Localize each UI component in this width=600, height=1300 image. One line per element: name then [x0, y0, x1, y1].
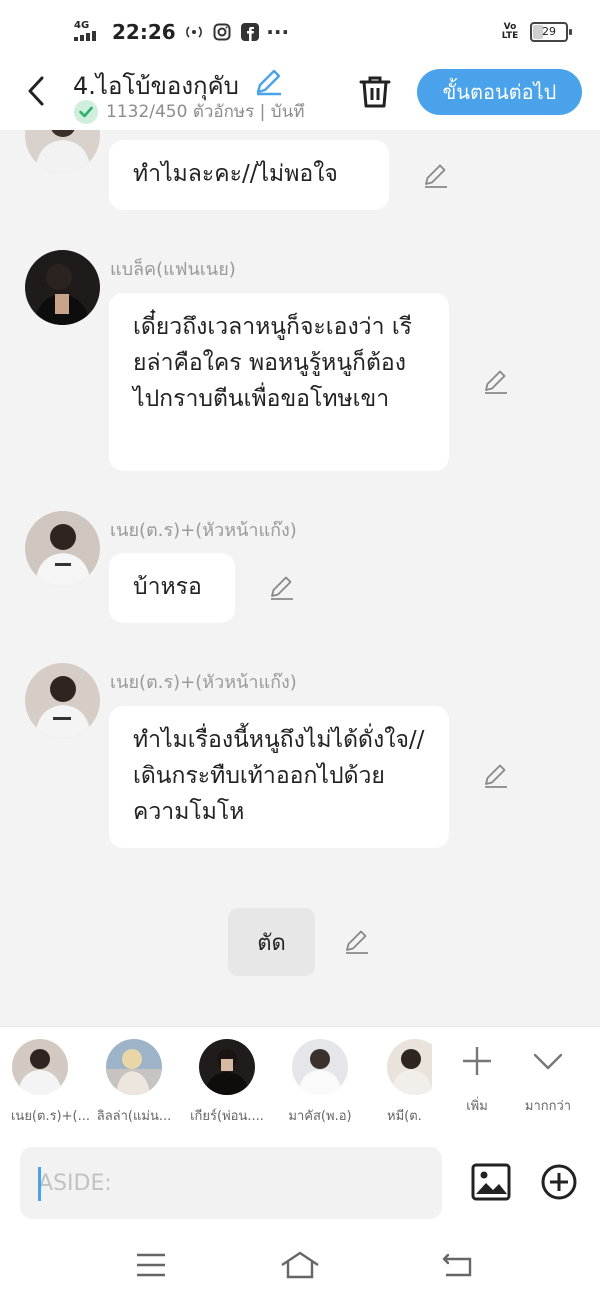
- text-caret: [38, 1167, 41, 1201]
- chevron-down-icon: [533, 1053, 563, 1070]
- pencil-icon: [271, 576, 293, 600]
- character-name: มาคัส(พ.อ): [288, 1109, 352, 1124]
- home-nav-button[interactable]: [280, 1249, 320, 1281]
- edit-cut-button[interactable]: [343, 928, 371, 956]
- character-item[interactable]: เกียร์(พ่อน....: [177, 1039, 277, 1126]
- avatar[interactable]: [25, 250, 100, 325]
- cut-marker[interactable]: ตัด: [228, 908, 315, 976]
- volte-icon: Vo LTE: [501, 22, 519, 41]
- character-avatar: [292, 1039, 348, 1095]
- pencil-icon: [256, 69, 281, 96]
- status-bar: 4G 22:26 ··· Vo LTE 29: [0, 0, 600, 62]
- input-bar: [0, 1135, 600, 1235]
- plus-circle-icon: [541, 1164, 577, 1200]
- character-avatar: [387, 1039, 432, 1095]
- header: 4.ไอโบ้ของกุคับ 1132/450 ตัวอักษร | บันท…: [0, 62, 600, 130]
- facebook-icon: [240, 22, 260, 42]
- hotspot-icon: [184, 22, 204, 42]
- chat-area: ทำไมละคะ//ไม่พอใจ แบล็ค(แฟนเนย) เดี๋ยวถึ…: [0, 130, 600, 1026]
- edit-title-button[interactable]: [254, 68, 284, 96]
- aside-input[interactable]: [20, 1147, 442, 1219]
- character-name: หมี(ต.: [387, 1109, 422, 1124]
- signal-icon: 4G: [74, 19, 104, 44]
- avatar[interactable]: [25, 663, 100, 738]
- sender-name: แบล็ค(แฟนเนย): [110, 259, 236, 280]
- message-bubble[interactable]: เดี๋ยวถึงเวลาหนูก็จะเองว่า เรียล่าคือใคร…: [109, 293, 449, 471]
- more-notifications-icon: ···: [266, 20, 290, 44]
- system-navigation-bar: [0, 1235, 600, 1300]
- character-avatar: [199, 1039, 255, 1095]
- character-avatar: [106, 1039, 162, 1095]
- battery-level: 29: [542, 25, 556, 38]
- edit-message-button[interactable]: [268, 574, 296, 602]
- pencil-icon: [425, 164, 447, 188]
- sender-name: เนย(ต.ร)+(หัวหน้าแก๊ง): [110, 520, 297, 541]
- check-icon: [74, 99, 98, 124]
- instagram-icon: [212, 22, 232, 42]
- image-icon: [471, 1163, 511, 1201]
- avatar[interactable]: [25, 511, 100, 586]
- character-count: 1132/450 ตัวอักษร | บันทึ: [106, 102, 305, 122]
- save-status: 1132/450 ตัวอักษร | บันทึ: [74, 98, 356, 125]
- character-name: ลิลล่า(แม่น...: [96, 1109, 172, 1124]
- return-icon: [442, 1253, 472, 1277]
- back-nav-button[interactable]: [438, 1249, 478, 1281]
- avatar[interactable]: [25, 130, 100, 173]
- network-type: 4G: [74, 19, 90, 31]
- home-icon: [281, 1251, 319, 1279]
- pencil-icon: [485, 764, 507, 788]
- sender-name: เนย(ต.ร)+(หัวหน้าแก๊ง): [110, 672, 297, 693]
- insert-image-button[interactable]: [471, 1163, 511, 1201]
- chevron-left-icon: [28, 76, 44, 106]
- plus-icon: [463, 1047, 491, 1075]
- message-bubble[interactable]: บ้าหรอ: [109, 553, 235, 623]
- character-item[interactable]: เนย(ต.ร)+(...: [0, 1039, 90, 1126]
- add-character-button[interactable]: เพิ่ม: [437, 1043, 517, 1116]
- clock: 22:26: [112, 20, 176, 44]
- message-bubble[interactable]: ทำไมเรื่องนี้หนูถึงไม่ได้ดั่งใจ//เดินกระ…: [109, 706, 449, 848]
- character-name: เนย(ต.ร)+(...: [10, 1109, 90, 1124]
- trash-icon: [359, 76, 391, 108]
- menu-icon: [137, 1253, 165, 1277]
- message-bubble[interactable]: ทำไมละคะ//ไม่พอใจ: [109, 140, 389, 210]
- character-name: เกียร์(พ่อน....: [190, 1109, 264, 1124]
- edit-message-button[interactable]: [482, 762, 510, 790]
- menu-nav-button[interactable]: [131, 1249, 171, 1281]
- more-button[interactable]: มากกว่า: [508, 1043, 588, 1116]
- pencil-icon: [485, 370, 507, 394]
- add-button[interactable]: [540, 1163, 578, 1201]
- character-item[interactable]: ลิลล่า(แม่น...: [84, 1039, 184, 1126]
- battery-icon: 29: [530, 22, 572, 42]
- back-button[interactable]: [22, 74, 52, 108]
- more-label: มากกว่า: [524, 1099, 572, 1114]
- add-label: เพิ่ม: [466, 1099, 488, 1114]
- next-step-button[interactable]: ขั้นตอนต่อไป: [417, 69, 582, 115]
- edit-message-button[interactable]: [482, 368, 510, 396]
- edit-message-button[interactable]: [422, 162, 450, 190]
- character-item[interactable]: หมี(ต.: [362, 1039, 432, 1126]
- delete-button[interactable]: [356, 72, 394, 112]
- pencil-icon: [346, 930, 368, 954]
- character-avatar: [12, 1039, 68, 1095]
- character-item[interactable]: มาคัส(พ.อ): [270, 1039, 370, 1126]
- character-selector: เนย(ต.ร)+(... ลิลล่า(แม่น... เกียร์(พ่อน…: [0, 1026, 600, 1136]
